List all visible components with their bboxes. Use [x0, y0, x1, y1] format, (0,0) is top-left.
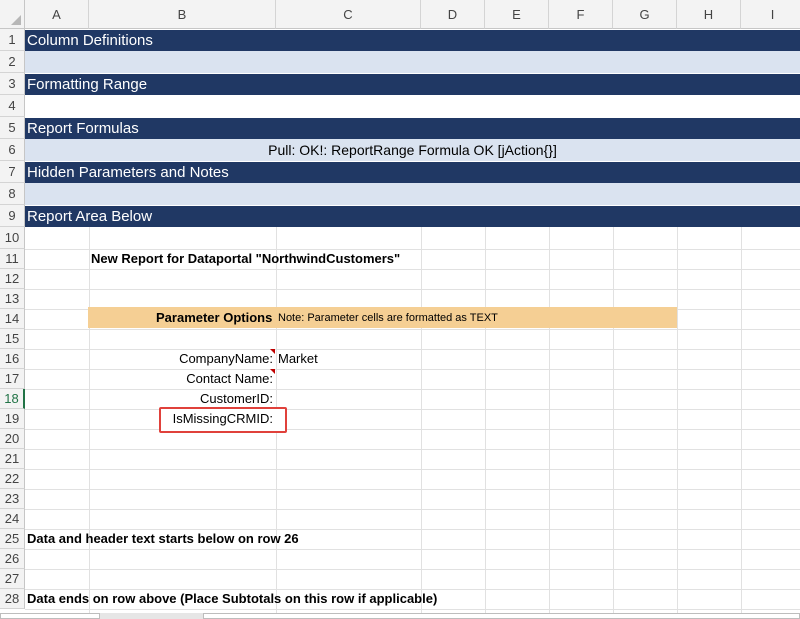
param-label-contactname: Contact Name:	[186, 371, 273, 386]
row-header-24[interactable]: 24	[0, 509, 25, 529]
comment-indicator-icon[interactable]	[270, 369, 275, 374]
column-header-c[interactable]: C	[276, 0, 421, 29]
report-area-band[interactable]: Report Area Below	[25, 205, 800, 227]
gridline	[25, 589, 800, 590]
gridline	[25, 329, 800, 330]
parameter-options-note: Note: Parameter cells are formatted as T…	[278, 312, 498, 324]
row-header-26[interactable]: 26	[0, 549, 25, 569]
data-end-note[interactable]: Data ends on row above (Place Subtotals …	[27, 591, 437, 606]
report-formulas-label: Report Formulas	[27, 120, 139, 137]
select-all-corner[interactable]	[0, 0, 25, 29]
row-2-band[interactable]	[25, 51, 800, 73]
row-header-2[interactable]: 2	[0, 51, 25, 73]
gridline	[25, 569, 800, 570]
gridline	[25, 549, 800, 550]
row-header-28[interactable]: 28	[0, 589, 25, 609]
column-header-h[interactable]: H	[677, 0, 741, 29]
select-all-triangle-icon	[11, 15, 21, 25]
column-header-i[interactable]: I	[741, 0, 800, 29]
row-8-band[interactable]	[25, 183, 800, 205]
row-header-10[interactable]: 10	[0, 227, 25, 249]
row-header-7[interactable]: 7	[0, 161, 25, 183]
gridline	[25, 429, 800, 430]
gridline	[25, 609, 800, 610]
row-header-3[interactable]: 3	[0, 73, 25, 95]
formatting-range-band[interactable]: Formatting Range	[25, 73, 800, 95]
gridline	[25, 529, 800, 530]
row-header-19[interactable]: 19	[0, 409, 25, 429]
report-formulas-band[interactable]: Report Formulas	[25, 117, 800, 139]
row-header-1[interactable]: 1	[0, 29, 25, 51]
column-definitions-label: Column Definitions	[27, 32, 153, 49]
row-header-25[interactable]: 25	[0, 529, 25, 549]
spreadsheet-grid[interactable]: A B C D E F G H I Column Definitions For…	[0, 0, 800, 619]
row-4-band[interactable]	[25, 95, 800, 117]
param-label-companyname: CompanyName:	[179, 351, 273, 366]
row-header-11[interactable]: 11	[0, 249, 25, 269]
sheet-tab[interactable]	[0, 613, 100, 619]
formula-status-band[interactable]: Pull: OK!: ReportRange Formula OK [jActi…	[25, 139, 800, 161]
gridline	[25, 269, 800, 270]
column-header-f[interactable]: F	[549, 0, 613, 29]
row-header-12[interactable]: 12	[0, 269, 25, 289]
row-header-18-selected[interactable]: 18	[0, 389, 25, 409]
hidden-parameters-band[interactable]: Hidden Parameters and Notes	[25, 161, 800, 183]
gridline	[25, 389, 800, 390]
row-header-21[interactable]: 21	[0, 449, 25, 469]
row-header-22[interactable]: 22	[0, 469, 25, 489]
column-header-g[interactable]: G	[613, 0, 677, 29]
column-header-a[interactable]: A	[25, 0, 89, 29]
row-header-16[interactable]: 16	[0, 349, 25, 369]
param-label-ismissingcrmid: IsMissingCRMID:	[172, 411, 273, 426]
gridline	[25, 509, 800, 510]
gridline	[25, 289, 800, 290]
column-header-b[interactable]: B	[89, 0, 276, 29]
gridline	[25, 449, 800, 450]
gridline	[25, 469, 800, 470]
row-header-6[interactable]: 6	[0, 139, 25, 161]
row-header-14[interactable]: 14	[0, 309, 25, 329]
row-header-9[interactable]: 9	[0, 205, 25, 227]
row-header-20[interactable]: 20	[0, 429, 25, 449]
param-value-companyname[interactable]: Market	[278, 351, 318, 366]
row-header-13[interactable]: 13	[0, 289, 25, 309]
row-header-27[interactable]: 27	[0, 569, 25, 589]
comment-indicator-icon[interactable]	[270, 349, 275, 354]
row-header-8[interactable]: 8	[0, 183, 25, 205]
report-title[interactable]: New Report for Dataportal "NorthwindCust…	[91, 251, 400, 266]
data-start-note[interactable]: Data and header text starts below on row…	[27, 531, 299, 546]
formula-status-text: Pull: OK!: ReportRange Formula OK [jActi…	[268, 142, 557, 158]
hidden-parameters-label: Hidden Parameters and Notes	[27, 164, 229, 181]
horizontal-scrollbar[interactable]	[203, 613, 800, 619]
gridline	[25, 369, 800, 370]
row-header-23[interactable]: 23	[0, 489, 25, 509]
parameter-options-title: Parameter Options	[156, 310, 273, 325]
column-definitions-band[interactable]: Column Definitions	[25, 29, 800, 51]
column-header-d[interactable]: D	[421, 0, 485, 29]
report-area-label: Report Area Below	[27, 208, 153, 225]
gridline	[25, 489, 800, 490]
row-header-17[interactable]: 17	[0, 369, 25, 389]
param-label-customerid: CustomerID:	[200, 391, 273, 406]
row-header-5[interactable]: 5	[0, 117, 25, 139]
formatting-range-label: Formatting Range	[27, 76, 148, 93]
row-header-4[interactable]: 4	[0, 95, 25, 117]
gridline	[25, 349, 800, 350]
column-header-e[interactable]: E	[485, 0, 549, 29]
gridline	[25, 409, 800, 410]
row-header-15[interactable]: 15	[0, 329, 25, 349]
gridline	[25, 249, 800, 250]
